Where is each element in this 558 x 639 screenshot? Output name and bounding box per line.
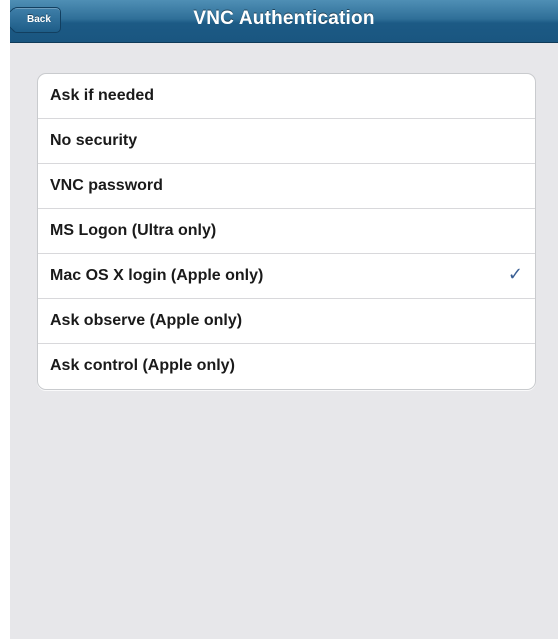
- option-label: VNC password: [50, 177, 163, 194]
- option-ms-logon[interactable]: MS Logon (Ultra only): [38, 209, 535, 254]
- option-label: MS Logon (Ultra only): [50, 222, 217, 239]
- option-label: Ask if needed: [50, 87, 155, 104]
- option-vnc-password[interactable]: VNC password: [38, 164, 535, 209]
- checkmark-icon: ✓: [507, 264, 523, 284]
- option-mac-os-x-login[interactable]: Mac OS X login (Apple only) ✓: [38, 254, 535, 299]
- navigation-bar: Back VNC Authentication: [10, 0, 558, 43]
- option-label: Ask control (Apple only): [50, 357, 235, 374]
- app-screen: Back VNC Authentication Ask if needed No…: [10, 0, 558, 639]
- option-label: Mac OS X login (Apple only): [50, 267, 264, 284]
- option-ask-observe[interactable]: Ask observe (Apple only): [38, 299, 535, 344]
- option-ask-control[interactable]: Ask control (Apple only): [38, 344, 535, 389]
- screen-edge: [0, 0, 10, 639]
- option-no-security[interactable]: No security: [38, 119, 535, 164]
- page-title: VNC Authentication: [193, 8, 375, 29]
- option-label: No security: [50, 132, 138, 149]
- option-ask-if-needed[interactable]: Ask if needed: [38, 74, 535, 119]
- option-label: Ask observe (Apple only): [50, 312, 243, 329]
- authentication-options-list: Ask if needed No security VNC password M…: [37, 73, 536, 390]
